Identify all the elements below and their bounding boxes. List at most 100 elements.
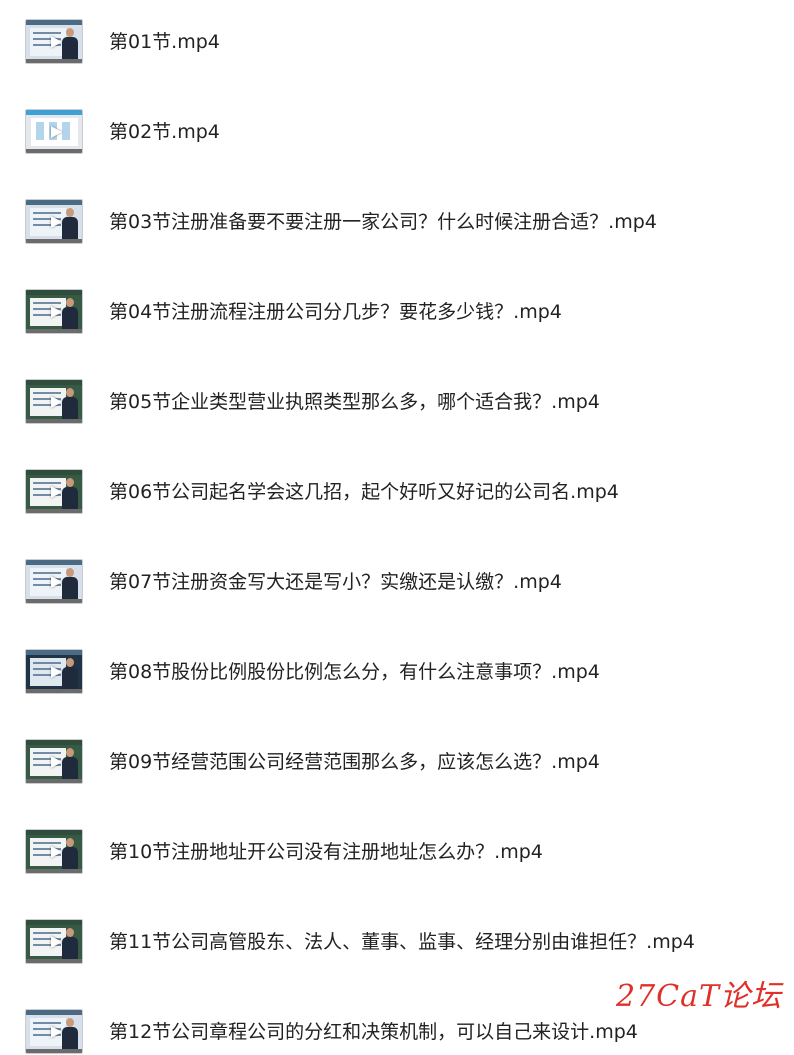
- presenter-body: [62, 217, 78, 240]
- video-thumbnail[interactable]: [25, 739, 83, 784]
- file-name[interactable]: 第07节注册资金写大还是写小？实缴还是认缴？.mp4: [109, 570, 562, 594]
- file-row[interactable]: 第01节.mp4: [0, 19, 794, 65]
- presenter-head: [66, 388, 74, 397]
- thumbnail-footer: [26, 599, 82, 603]
- file-name[interactable]: 第02节.mp4: [109, 120, 220, 144]
- presenter-figure: [62, 388, 78, 420]
- file-name[interactable]: 第10节注册地址开公司没有注册地址怎么办？.mp4: [109, 840, 543, 864]
- video-thumbnail[interactable]: [25, 289, 83, 334]
- thumbnail-footer: [26, 869, 82, 873]
- thumbnail-footer: [26, 59, 82, 63]
- video-thumbnail[interactable]: [25, 109, 83, 154]
- video-thumbnail[interactable]: [25, 829, 83, 874]
- play-icon[interactable]: [51, 1026, 62, 1038]
- file-name[interactable]: 第09节经营范围公司经营范围那么多，应该怎么选？.mp4: [109, 750, 600, 774]
- presenter-head: [66, 478, 74, 487]
- file-name[interactable]: 第06节公司起名学会这几招，起个好听又好记的公司名.mp4: [109, 480, 619, 504]
- thumbnail-header: [26, 560, 82, 565]
- video-thumbnail[interactable]: [25, 1009, 83, 1054]
- file-name[interactable]: 第08节股份比例股份比例怎么分，有什么注意事项？.mp4: [109, 660, 600, 684]
- presenter-body: [62, 937, 78, 960]
- presenter-figure: [62, 748, 78, 780]
- presenter-head: [66, 298, 74, 307]
- presenter-figure: [62, 658, 78, 690]
- play-icon[interactable]: [51, 396, 62, 408]
- file-name[interactable]: 第11节公司高管股东、法人、董事、监事、经理分别由谁担任？.mp4: [109, 930, 695, 954]
- file-row[interactable]: 第07节注册资金写大还是写小？实缴还是认缴？.mp4: [0, 559, 794, 605]
- play-icon[interactable]: [51, 36, 62, 48]
- video-thumbnail[interactable]: [25, 469, 83, 514]
- thumbnail-header: [26, 650, 82, 655]
- thumbnail-header: [26, 290, 82, 295]
- play-icon[interactable]: [51, 756, 62, 768]
- file-row[interactable]: 第11节公司高管股东、法人、董事、监事、经理分别由谁担任？.mp4: [0, 919, 794, 965]
- thumbnail-footer: [26, 239, 82, 243]
- file-name[interactable]: 第05节企业类型营业执照类型那么多，哪个适合我？.mp4: [109, 390, 600, 414]
- play-icon[interactable]: [51, 306, 62, 318]
- play-icon[interactable]: [51, 936, 62, 948]
- file-row[interactable]: 第12节公司章程公司的分红和决策机制，可以自己来设计.mp4: [0, 1009, 794, 1055]
- thumbnail-footer: [26, 959, 82, 963]
- file-row[interactable]: 第08节股份比例股份比例怎么分，有什么注意事项？.mp4: [0, 649, 794, 695]
- presenter-head: [66, 928, 74, 937]
- file-row[interactable]: 第03节注册准备要不要注册一家公司？什么时候注册合适？.mp4: [0, 199, 794, 245]
- file-name[interactable]: 第01节.mp4: [109, 30, 220, 54]
- presenter-body: [62, 577, 78, 600]
- video-thumbnail[interactable]: [25, 919, 83, 964]
- thumbnail-footer: [26, 419, 82, 423]
- presenter-body: [62, 847, 78, 870]
- video-thumbnail[interactable]: [25, 559, 83, 604]
- play-icon[interactable]: [51, 576, 62, 588]
- file-row[interactable]: 第10节注册地址开公司没有注册地址怎么办？.mp4: [0, 829, 794, 875]
- presenter-figure: [62, 838, 78, 870]
- play-icon[interactable]: [51, 846, 62, 858]
- presenter-head: [66, 658, 74, 667]
- file-name[interactable]: 第04节注册流程注册公司分几步？要花多少钱？.mp4: [109, 300, 562, 324]
- presenter-figure: [62, 298, 78, 330]
- thumbnail-footer: [26, 779, 82, 783]
- presenter-body: [62, 487, 78, 510]
- presenter-head: [66, 568, 74, 577]
- thumbnail-footer: [26, 689, 82, 693]
- presenter-head: [66, 838, 74, 847]
- thumbnail-header: [26, 380, 82, 385]
- presenter-figure: [62, 928, 78, 960]
- file-row[interactable]: 第02节.mp4: [0, 109, 794, 155]
- presenter-head: [66, 748, 74, 757]
- video-thumbnail[interactable]: [25, 19, 83, 64]
- presenter-head: [66, 28, 74, 37]
- file-name[interactable]: 第12节公司章程公司的分红和决策机制，可以自己来设计.mp4: [109, 1020, 638, 1044]
- thumbnail-header: [26, 920, 82, 925]
- presenter-body: [62, 397, 78, 420]
- watermark-logo: 27CaT论坛: [616, 979, 783, 1014]
- presenter-head: [66, 1018, 74, 1027]
- presenter-figure: [62, 208, 78, 240]
- presenter-body: [62, 667, 78, 690]
- play-icon[interactable]: [51, 666, 62, 678]
- thumbnail-footer: [26, 509, 82, 513]
- thumbnail-header: [26, 470, 82, 475]
- video-thumbnail[interactable]: [25, 649, 83, 694]
- presenter-figure: [62, 478, 78, 510]
- video-thumbnail[interactable]: [25, 379, 83, 424]
- play-icon[interactable]: [51, 486, 62, 498]
- thumbnail-footer: [26, 329, 82, 333]
- thumbnail-footer: [26, 1049, 82, 1053]
- file-row[interactable]: 第09节经营范围公司经营范围那么多，应该怎么选？.mp4: [0, 739, 794, 785]
- thumbnail-header: [26, 110, 82, 115]
- file-name[interactable]: 第03节注册准备要不要注册一家公司？什么时候注册合适？.mp4: [109, 210, 657, 234]
- presenter-body: [62, 757, 78, 780]
- video-thumbnail[interactable]: [25, 199, 83, 244]
- presenter-figure: [62, 1018, 78, 1050]
- thumbnail-header: [26, 1010, 82, 1015]
- file-row[interactable]: 第05节企业类型营业执照类型那么多，哪个适合我？.mp4: [0, 379, 794, 425]
- play-icon[interactable]: [51, 216, 62, 228]
- thumbnail-header: [26, 740, 82, 745]
- presenter-figure: [62, 568, 78, 600]
- file-row[interactable]: 第04节注册流程注册公司分几步？要花多少钱？.mp4: [0, 289, 794, 335]
- thumbnail-header: [26, 830, 82, 835]
- file-row[interactable]: 第06节公司起名学会这几招，起个好听又好记的公司名.mp4: [0, 469, 794, 515]
- thumbnail-footer: [26, 149, 82, 153]
- play-icon[interactable]: [51, 126, 62, 138]
- presenter-body: [62, 37, 78, 60]
